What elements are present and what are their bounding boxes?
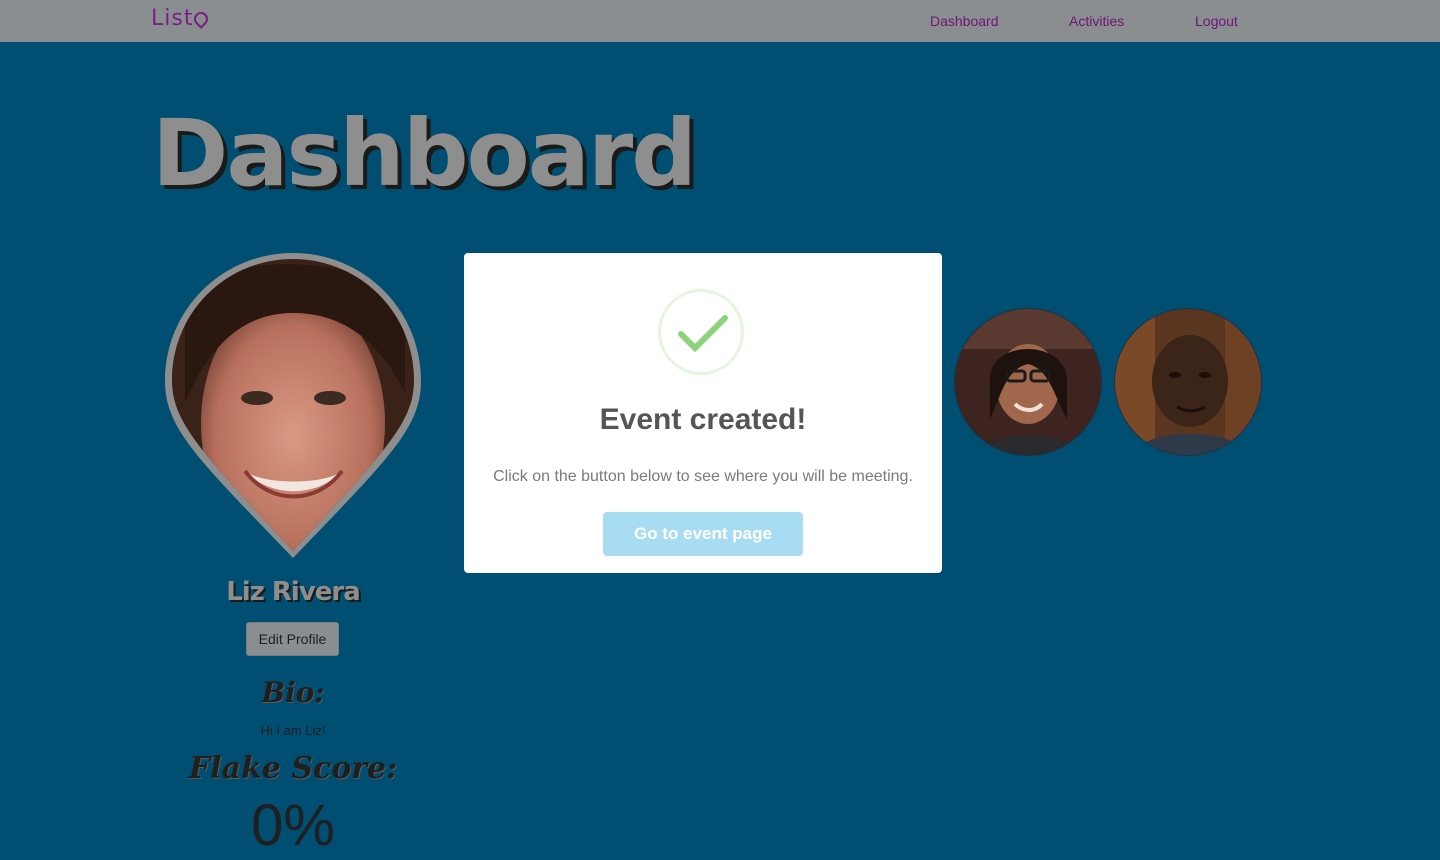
edit-profile-button[interactable]: Edit Profile	[246, 622, 339, 656]
user-name: Liz Rivera	[226, 577, 361, 607]
logo[interactable]: List	[151, 6, 212, 31]
nav-link-logout[interactable]: Logout	[1195, 13, 1238, 29]
flake-score-value: 0%	[251, 793, 335, 858]
nav-link-activities[interactable]: Activities	[1069, 13, 1124, 29]
profile-photo	[165, 253, 421, 558]
flake-score-heading: Flake Score:	[188, 751, 398, 786]
bio-text: Hi I am Liz!	[260, 723, 326, 738]
event-created-modal: Event created! Click on the button below…	[464, 253, 942, 573]
go-to-event-page-button[interactable]: Go to event page	[603, 512, 803, 556]
participant-avatar[interactable]	[954, 308, 1102, 456]
top-navbar: List Dashboard Activities Logout	[0, 0, 1440, 42]
success-check-icon	[658, 289, 744, 375]
nav-link-dashboard[interactable]: Dashboard	[930, 13, 999, 29]
participant-photo	[1115, 309, 1261, 455]
modal-message: Click on the button below to see where y…	[493, 468, 913, 485]
map-pin-icon	[191, 9, 212, 29]
participant-photo	[955, 309, 1101, 455]
logo-text: List	[151, 6, 194, 31]
bio-heading: Bio:	[261, 676, 325, 709]
page-title: Dashboard	[152, 100, 697, 207]
modal-title: Event created!	[599, 403, 807, 436]
participant-avatar[interactable]	[1114, 308, 1262, 456]
